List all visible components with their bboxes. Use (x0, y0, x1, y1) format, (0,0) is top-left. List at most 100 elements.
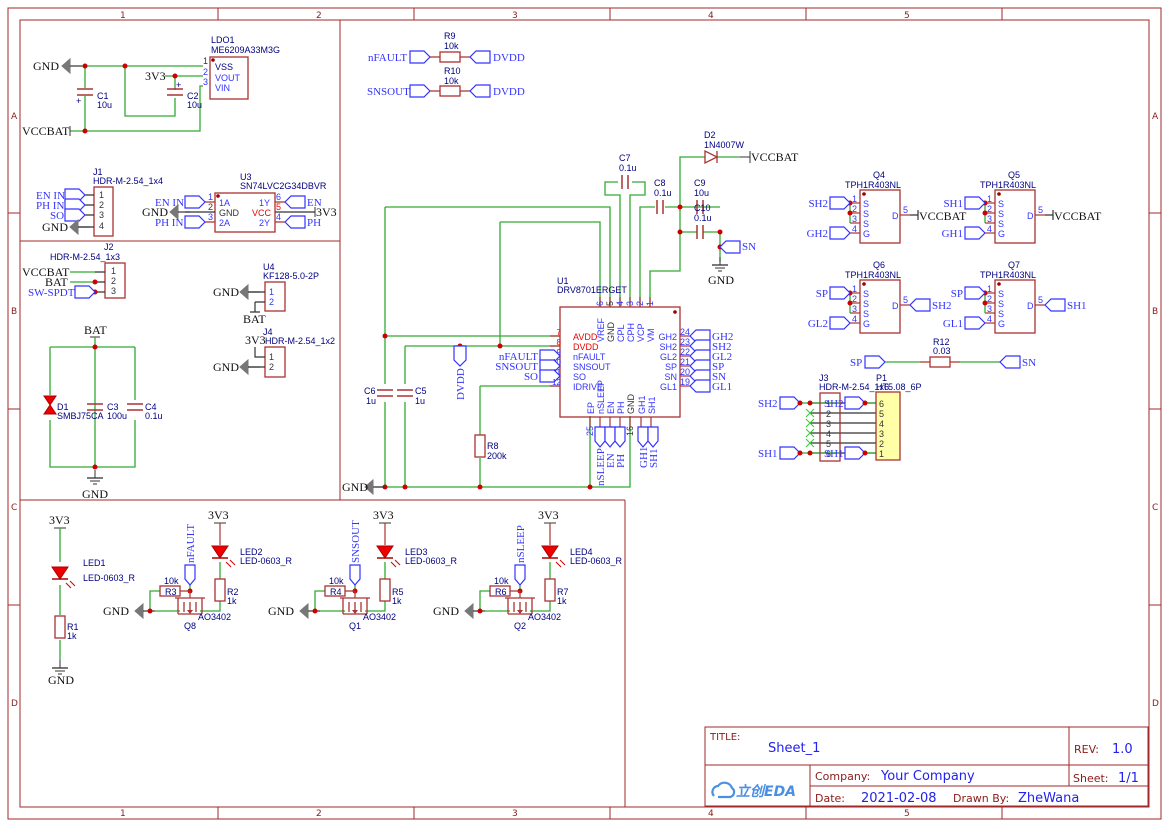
j4-body[interactable] (264, 346, 286, 378)
r1-symbol[interactable] (54, 615, 66, 639)
no-connect-icon (805, 408, 815, 448)
junction (122, 63, 128, 69)
pin-number: 2 (635, 301, 645, 306)
net-flag[interactable] (999, 355, 1021, 369)
pin-label: SO (573, 372, 586, 382)
pin-label: G (998, 229, 1005, 239)
led1-symbol[interactable] (51, 566, 76, 589)
pin-number: 3 (203, 77, 208, 87)
pin-number: 4 (987, 314, 992, 324)
schematic-canvas[interactable]: 1 2 3 4 5 1 2 3 4 5 A B C D A B C D GND … (0, 0, 1169, 827)
pin-number: 21 (680, 357, 690, 367)
c10-symbol[interactable] (696, 224, 704, 240)
net-flag[interactable] (469, 50, 491, 64)
net-label: DVDD (455, 368, 467, 400)
net-flag[interactable] (964, 226, 986, 240)
pin-label: GH2 (658, 332, 677, 342)
net-flag[interactable] (1044, 298, 1066, 312)
column-marker: 5 (904, 809, 910, 819)
net-flag[interactable] (409, 50, 431, 64)
led-resistor-symbol[interactable] (544, 578, 556, 602)
net-flag[interactable] (184, 215, 206, 229)
net-flag[interactable] (453, 345, 467, 367)
logo-text: 立创EDA (736, 783, 796, 800)
pin-number: 3 (852, 214, 857, 224)
r8-value: 200k (487, 451, 507, 461)
net-flag[interactable] (909, 298, 931, 312)
pin-label: G (863, 229, 870, 239)
ldo-pin-vin: VIN (215, 83, 230, 93)
vccbat-label: VCCBAT (22, 124, 70, 138)
net-flag[interactable] (594, 426, 606, 448)
net-flag[interactable] (689, 379, 711, 393)
c9-value: 10u (694, 188, 709, 198)
r12-symbol[interactable] (929, 356, 951, 368)
r10-symbol[interactable] (439, 85, 461, 97)
c4-symbol[interactable] (126, 403, 144, 411)
r10-value: 10k (444, 76, 459, 86)
net-flag[interactable] (514, 564, 526, 586)
c1-symbol[interactable] (76, 88, 94, 96)
net-flag[interactable] (964, 316, 986, 330)
net-flag[interactable] (647, 426, 659, 448)
led-resistor-symbol[interactable] (214, 578, 226, 602)
net-flag[interactable] (829, 286, 851, 300)
pin-label: SH2 (659, 342, 677, 352)
pullup-resistors: R9 10k nFAULT DVDD R10 10k SNSOUT DVDD (367, 31, 525, 98)
led-symbol[interactable] (541, 545, 566, 568)
net-flag[interactable] (637, 426, 649, 448)
net-flag[interactable] (964, 196, 986, 210)
d2-value: 1N4007W (704, 140, 745, 150)
net-flag[interactable] (409, 84, 431, 98)
net-flag[interactable] (74, 285, 96, 299)
net-flag[interactable] (719, 240, 741, 254)
u4-body[interactable] (264, 281, 286, 312)
pin-label: S (998, 299, 1004, 309)
net-flag[interactable] (829, 316, 851, 330)
company-value: Your Company (880, 769, 975, 784)
mosfet-part: AO3402 (198, 612, 231, 622)
title-label: TITLE: (709, 732, 740, 743)
net-flag[interactable] (604, 426, 616, 448)
pin-number: 2 (852, 294, 857, 304)
pin-number: 24 (680, 327, 690, 337)
c8-symbol[interactable] (656, 199, 664, 215)
pin-label: CPL (616, 324, 626, 342)
net-label: PH (615, 454, 627, 468)
net-flag[interactable] (829, 196, 851, 210)
pin-number: 4 (879, 419, 884, 429)
net-flag[interactable] (284, 195, 306, 209)
net-flag[interactable] (779, 396, 801, 410)
net-flag[interactable] (614, 426, 626, 448)
net-flag[interactable] (844, 396, 866, 410)
net-flag[interactable] (469, 84, 491, 98)
pin-number: 2 (269, 297, 274, 307)
net-label: SH1 (824, 448, 844, 460)
net-flag[interactable] (349, 564, 361, 586)
r9-symbol[interactable] (439, 51, 461, 63)
net-flag[interactable] (64, 208, 86, 222)
c7-symbol[interactable] (621, 174, 629, 190)
net-flag[interactable] (844, 446, 866, 460)
net-label: SP (951, 288, 963, 300)
led-symbol[interactable] (211, 545, 236, 568)
date-value: 2021-02-08 (861, 791, 937, 806)
gnd-label: GND (33, 59, 59, 73)
net-label: DVDD (493, 86, 525, 98)
net-flag[interactable] (864, 355, 886, 369)
net-flag[interactable] (779, 446, 801, 460)
r8-symbol[interactable] (474, 434, 486, 458)
net-flag[interactable] (964, 286, 986, 300)
resistor-value: 10k (164, 576, 179, 586)
gnd-label: GND (82, 487, 108, 501)
net-flag[interactable] (829, 226, 851, 240)
pin-label: DVDD (573, 342, 599, 352)
net-flag[interactable] (184, 564, 196, 586)
pin-label: VREF (596, 317, 606, 342)
pin-label: GND (219, 208, 240, 218)
net-flag[interactable] (184, 195, 206, 209)
net-label: SP (816, 288, 828, 300)
led-symbol[interactable] (376, 545, 401, 568)
net-flag[interactable] (284, 215, 306, 229)
led-resistor-symbol[interactable] (379, 578, 391, 602)
